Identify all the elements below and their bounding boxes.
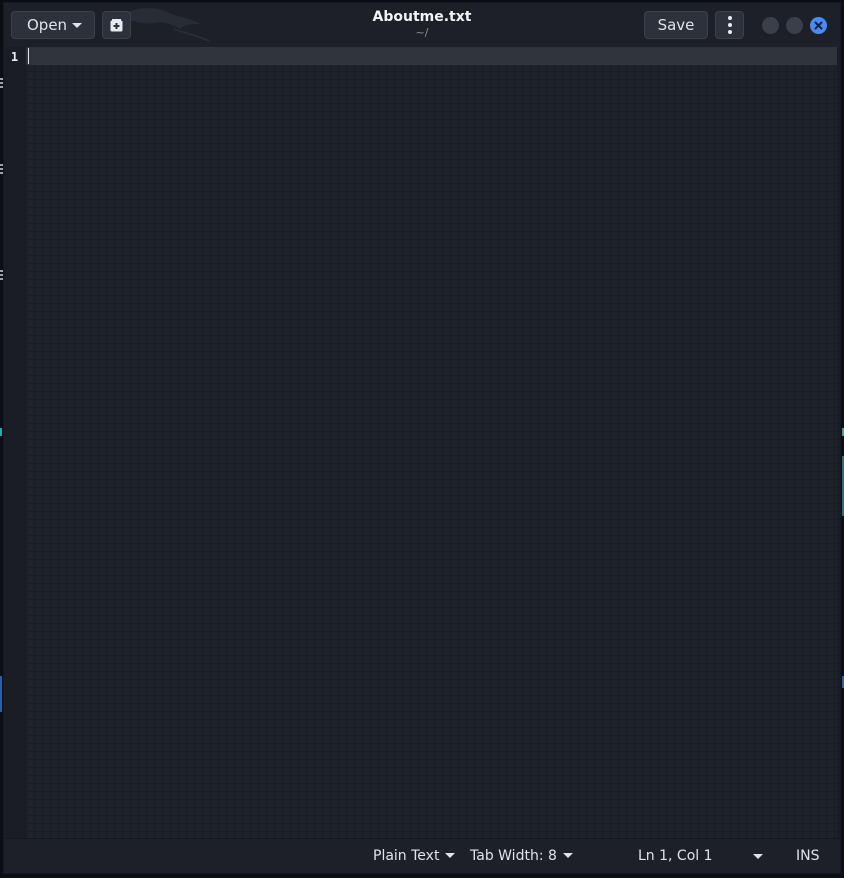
main-menu-button[interactable]: [715, 11, 744, 39]
vertical-ellipsis-dot: [727, 23, 732, 27]
new-document-button[interactable]: [102, 11, 131, 39]
language-label: Plain Text: [373, 848, 440, 864]
close-button[interactable]: [810, 17, 827, 34]
desktop-edge-mark: [0, 676, 2, 712]
language-selector[interactable]: Plain Text: [373, 848, 456, 864]
desktop-edge-mark: [0, 428, 2, 436]
text-editor-area[interactable]: [26, 47, 839, 841]
cursor-position-label[interactable]: Ln 1, Col 1: [638, 848, 713, 864]
tab-width-label: Tab Width: 8: [470, 848, 557, 864]
chevron-down-icon: [72, 23, 82, 28]
chevron-down-icon: [445, 853, 456, 858]
text-cursor: [28, 48, 29, 64]
maximize-button[interactable]: [786, 17, 803, 34]
open-button-label: Open: [27, 16, 68, 34]
close-icon: [814, 21, 823, 30]
insert-mode-indicator: INS: [796, 848, 820, 864]
vertical-scrollbar[interactable]: [837, 47, 840, 841]
header-bar[interactable]: Open Aboutme.txt ~/ Save: [4, 3, 840, 48]
line-number: 1: [10, 50, 19, 64]
new-document-icon: [110, 18, 123, 31]
text-editor-window: Open Aboutme.txt ~/ Save 1 Plain Text Ta…: [3, 2, 841, 874]
chevron-down-icon[interactable]: [753, 854, 763, 859]
current-line-highlight: [26, 47, 839, 65]
vertical-ellipsis-dot: [727, 30, 732, 34]
status-bar: Plain Text Tab Width: 8 Ln 1, Col 1 INS: [4, 838, 840, 873]
save-button[interactable]: Save: [644, 11, 708, 39]
chevron-down-icon: [562, 853, 573, 858]
open-button[interactable]: Open: [11, 11, 95, 39]
line-number-gutter: 1: [4, 47, 26, 841]
vertical-ellipsis-icon: [727, 16, 732, 20]
minimize-button[interactable]: [762, 17, 779, 34]
tab-width-selector[interactable]: Tab Width: 8: [470, 848, 573, 864]
